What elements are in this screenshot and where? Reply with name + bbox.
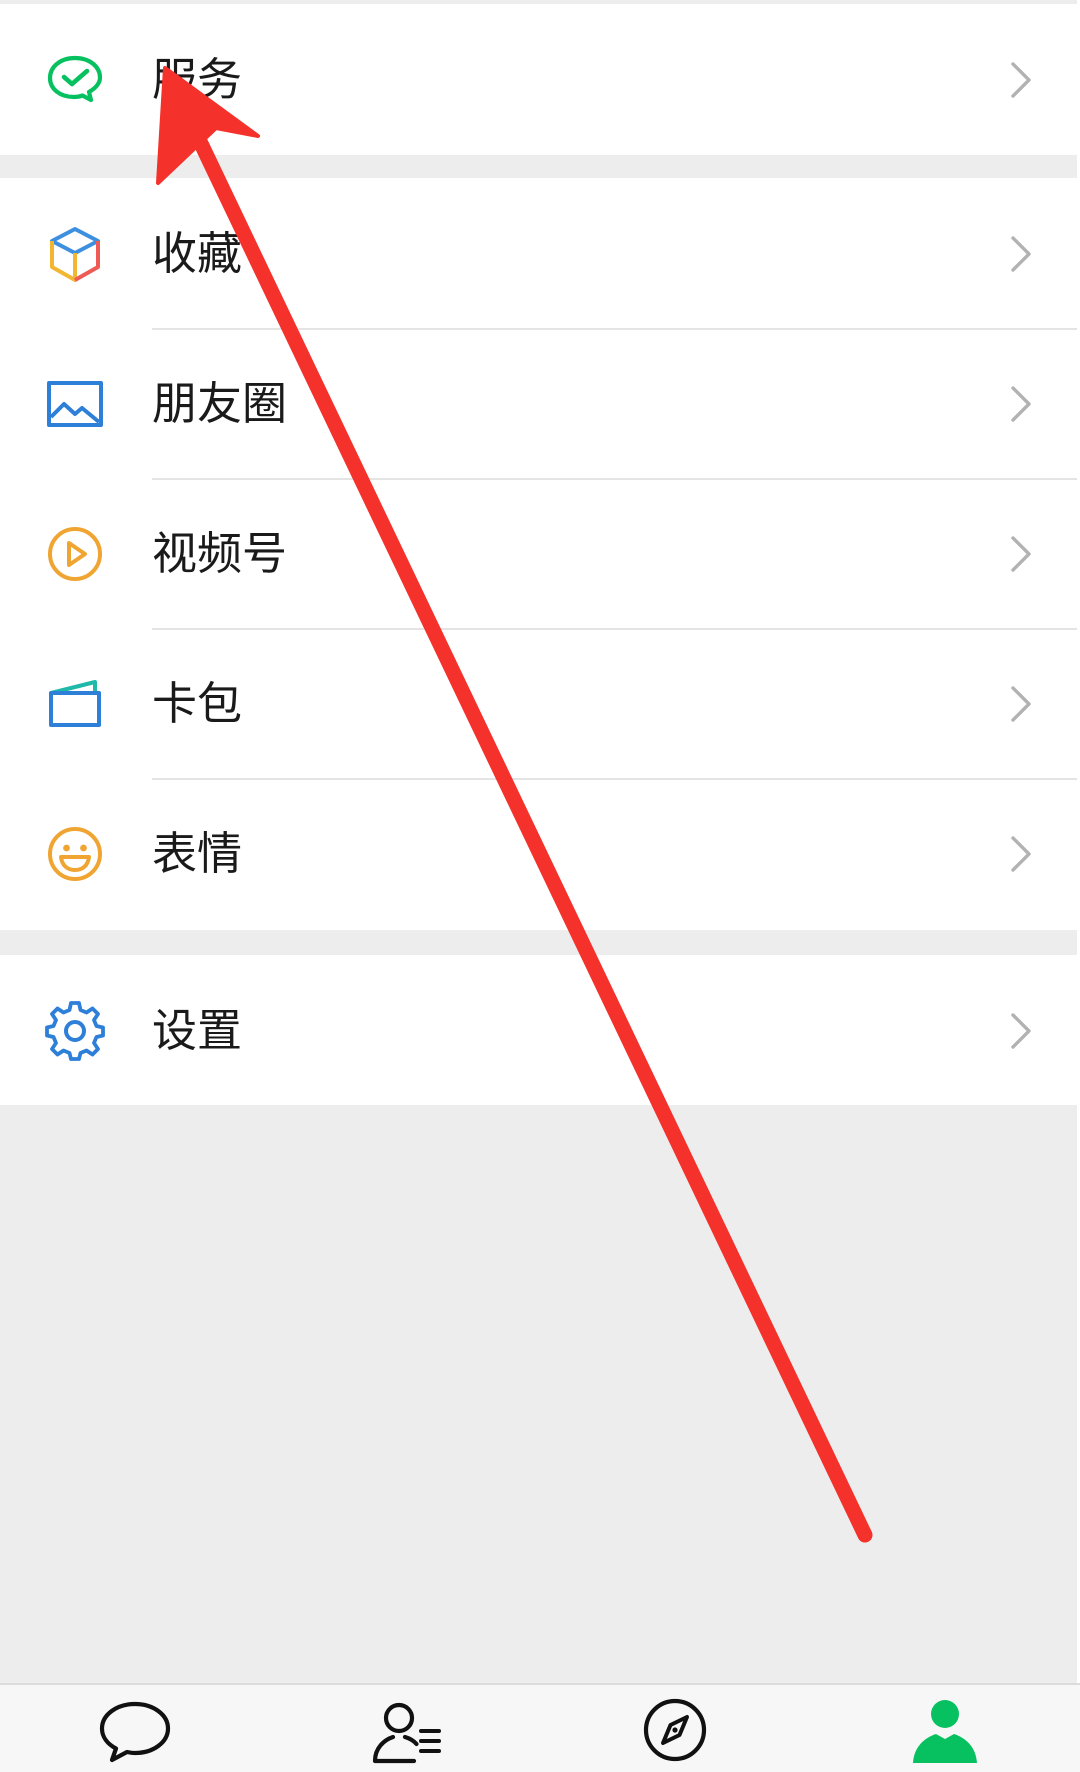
features-group: 收藏 朋友圈 视频号 卡包 表情: [0, 178, 1077, 930]
chevron-right-icon: [1002, 535, 1038, 573]
service-group: 服务: [0, 4, 1077, 155]
settings-group: 设置: [0, 955, 1077, 1105]
play-circle-icon: [44, 523, 106, 585]
menu-row-service[interactable]: 服务: [0, 4, 1077, 154]
picture-icon: [44, 373, 106, 435]
menu-label-service: 服务: [152, 53, 243, 106]
menu-row-channels[interactable]: 视频号: [0, 478, 1077, 628]
person-icon: [913, 1700, 977, 1763]
menu-label-cards: 卡包: [152, 677, 243, 730]
menu-row-moments[interactable]: 朋友圈: [0, 328, 1077, 478]
menu-label-stickers: 表情: [152, 827, 243, 880]
menu-row-stickers[interactable]: 表情: [0, 778, 1077, 928]
menu-row-settings[interactable]: 设置: [0, 955, 1077, 1105]
chevron-right-icon: [1002, 685, 1038, 723]
bottom-tab-bar: [0, 1683, 1080, 1772]
tab-me[interactable]: [810, 1685, 1080, 1772]
menu-label-favorites: 收藏: [152, 227, 243, 280]
gear-icon: [44, 1000, 106, 1062]
chevron-right-icon: [1002, 835, 1038, 873]
tab-chats[interactable]: [0, 1685, 270, 1772]
menu-label-channels: 视频号: [152, 527, 288, 580]
cube-icon: [44, 223, 106, 285]
menu-row-cards[interactable]: 卡包: [0, 628, 1077, 778]
me-page: 服务 收藏 朋友圈 视频号 卡包 表情 设置: [0, 0, 1080, 1772]
chevron-right-icon: [1002, 385, 1038, 423]
chevron-right-icon: [1002, 235, 1038, 273]
tab-contacts[interactable]: [270, 1685, 540, 1772]
wechat-pay-icon: [44, 49, 106, 111]
tab-discover[interactable]: [540, 1685, 810, 1772]
card-wallet-icon: [44, 673, 106, 735]
chevron-right-icon: [1002, 1012, 1038, 1050]
menu-label-moments: 朋友圈: [152, 377, 288, 430]
compass-icon: [643, 1698, 707, 1762]
menu-row-favorites[interactable]: 收藏: [0, 178, 1077, 328]
chat-bubble-icon: [99, 1701, 171, 1763]
smiley-icon: [44, 823, 106, 885]
contacts-icon: [372, 1702, 441, 1764]
chevron-right-icon: [1002, 61, 1038, 99]
menu-label-settings: 设置: [152, 1004, 243, 1057]
